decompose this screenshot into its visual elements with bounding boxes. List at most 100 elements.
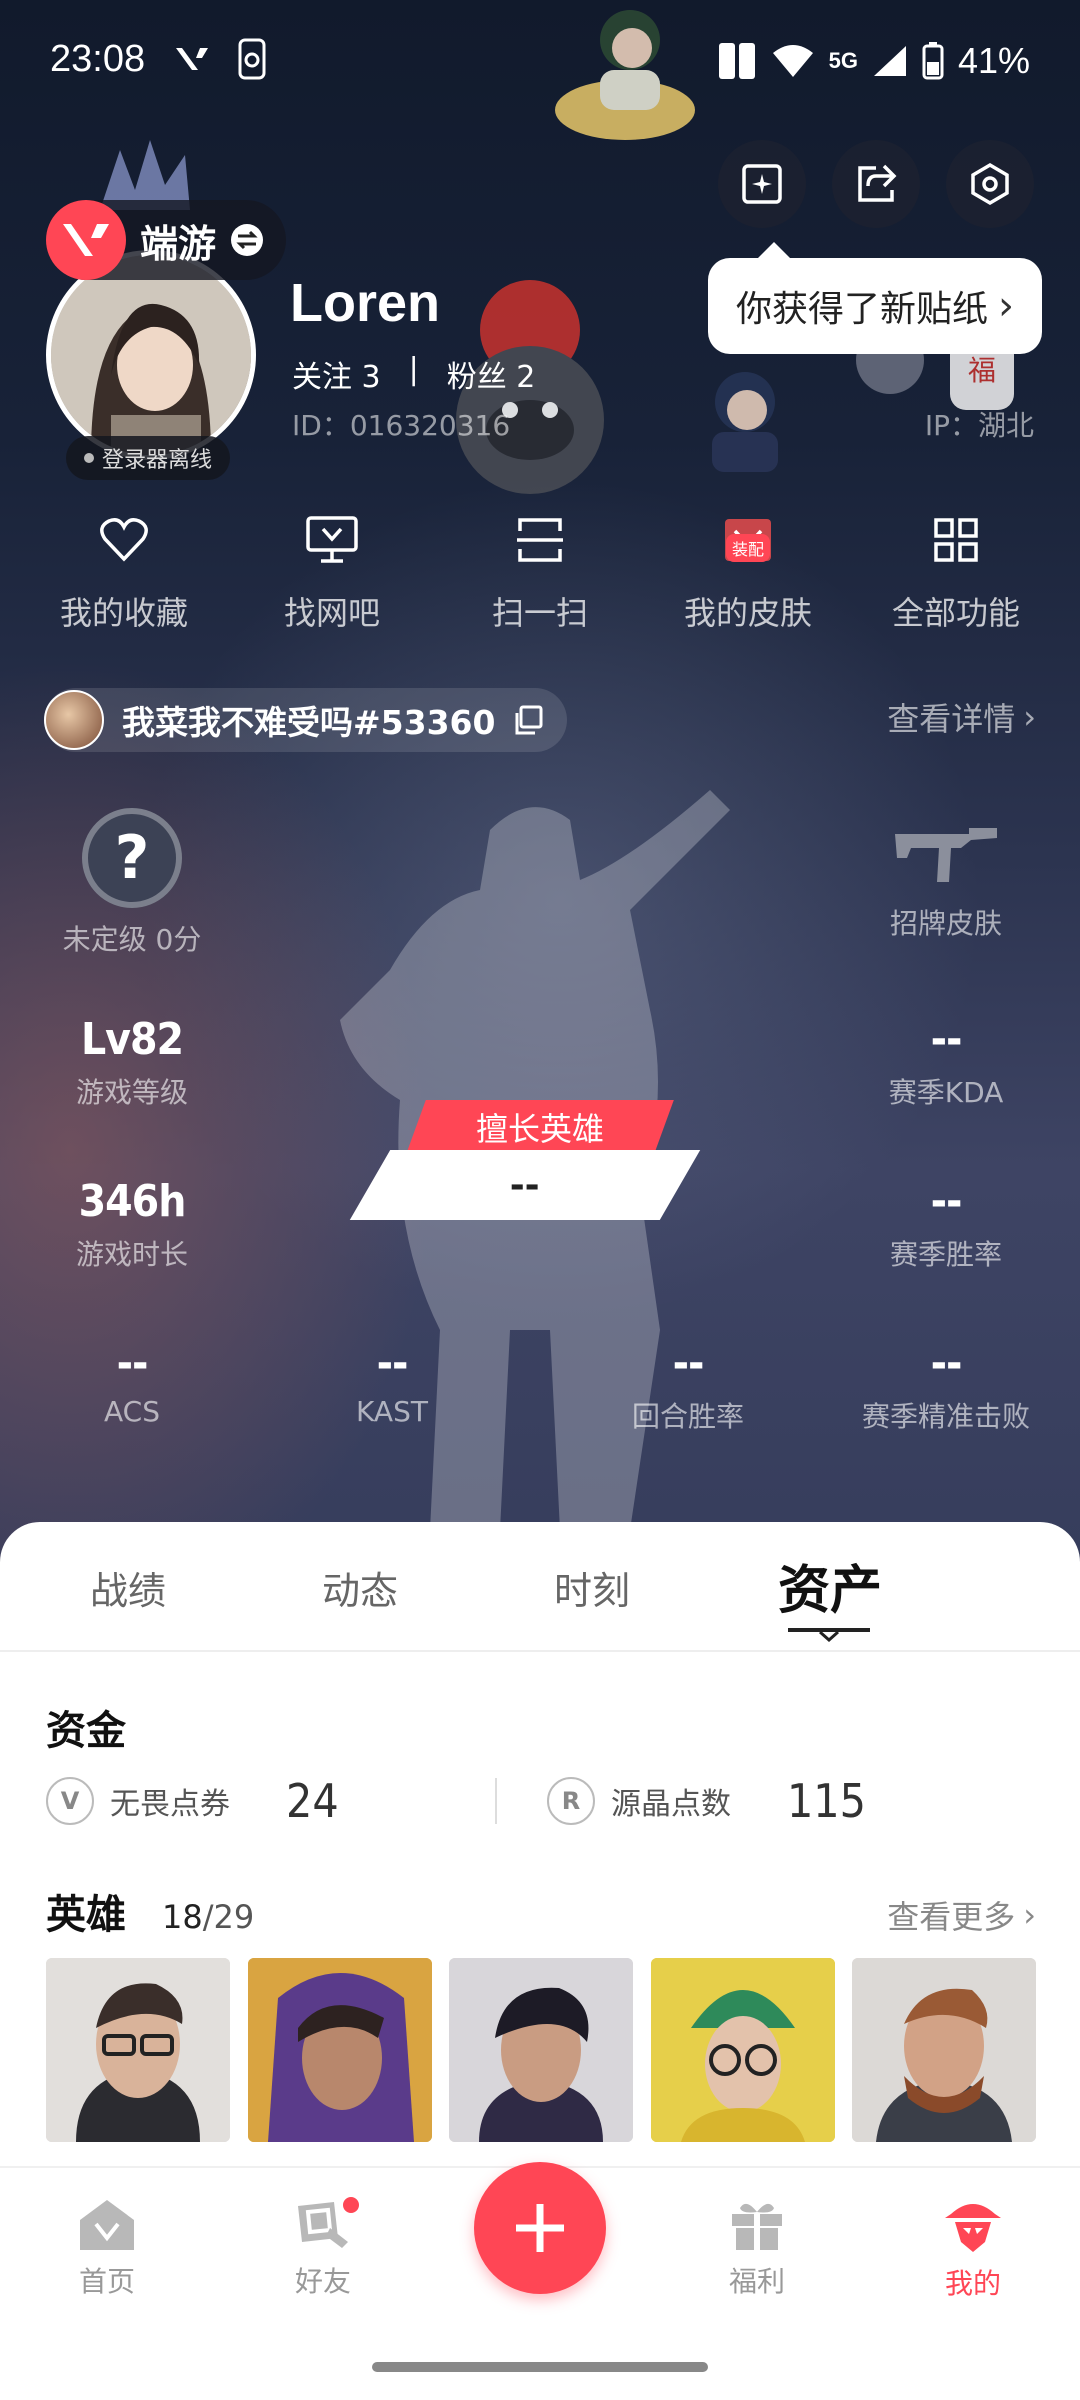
create-post-button[interactable] (474, 2162, 606, 2294)
heart-icon (94, 510, 154, 570)
agent-list (46, 1958, 1036, 2142)
quick-label: 我的收藏 (59, 594, 188, 632)
acs-label: ACS (104, 1395, 160, 1428)
sticker-button[interactable] (718, 140, 806, 228)
share-button[interactable] (832, 140, 920, 228)
signature-skin-label: 招牌皮肤 (889, 907, 1002, 940)
home-indicator[interactable] (372, 2362, 708, 2372)
sticker-ninja-icon (712, 372, 778, 472)
game-avatar (44, 690, 104, 750)
quick-label: 找网吧 (283, 594, 380, 632)
radianite-icon: R (546, 1777, 595, 1825)
agent-chamber-portrait (46, 1958, 230, 2142)
heroes-header: 英雄 18/29 查看更多 › (46, 1882, 1036, 1940)
settings-icon (971, 162, 1009, 206)
agent-card[interactable] (650, 1958, 835, 2142)
launcher-status: 登录器离线 (66, 436, 231, 480)
playtime-value: 346h (78, 1176, 187, 1227)
status-indicators: 5G 41% (717, 40, 1030, 82)
radianite-points[interactable]: R 源晶点数 115 (546, 1774, 1036, 1828)
vp-label: 无畏点券 (110, 1787, 230, 1822)
gift-icon (732, 2203, 782, 2252)
monitor-icon (302, 510, 362, 570)
tabs-divider (0, 1650, 1080, 1652)
agent-iso-portrait (449, 1958, 633, 2142)
home-icon (80, 2200, 134, 2250)
best-hero-banner[interactable]: 擅长英雄 -- (349, 1100, 710, 1220)
network-type: 5G (828, 48, 858, 73)
quick-find-cafe[interactable]: 找网吧 (232, 510, 432, 634)
quick-scan[interactable]: 扫一扫 (440, 510, 640, 634)
agent-killjoy-portrait (650, 1958, 835, 2142)
skin-icon: 装配 (718, 510, 778, 570)
follow-stats: 关注 3 | 粉丝 2 (292, 352, 535, 396)
avatar[interactable] (46, 250, 256, 460)
heroes-title: 英雄 (46, 1892, 126, 1938)
signal-icon (873, 46, 906, 76)
nav-home-label: 首页 (78, 2265, 135, 2298)
tab-moments[interactable]: 时刻 (554, 1560, 630, 1615)
rp-label: 源晶点数 (610, 1787, 731, 1822)
acs-value: -- (116, 1338, 149, 1389)
app-switch-badge[interactable]: 端游 (46, 200, 287, 280)
agent-sova-portrait (852, 1958, 1036, 2142)
user-name: Loren (290, 273, 441, 333)
swap-icon (231, 224, 264, 256)
rank-stat[interactable]: ? 未定级 0分 (12, 808, 252, 958)
phone-sync-icon (238, 38, 266, 80)
agent-card[interactable] (449, 1958, 633, 2142)
agent-card[interactable] (247, 1958, 432, 2142)
agent-card[interactable] (852, 1958, 1036, 2142)
funds-row: V 无畏点券 24 R 源晶点数 115 (46, 1766, 1036, 1836)
valorant-points[interactable]: V 无畏点券 24 (46, 1774, 535, 1828)
best-hero-tag: 擅长英雄 (406, 1100, 674, 1154)
tab-feed[interactable]: 动态 (322, 1560, 398, 1615)
quick-functions: 我的收藏 找网吧 扫一扫 装配 我的皮肤 全部功能 (0, 510, 1080, 634)
quick-label: 扫一扫 (491, 594, 588, 632)
battery-icon (922, 42, 944, 80)
quick-all-functions[interactable]: 全部功能 (856, 510, 1056, 634)
view-more-heroes[interactable]: 查看更多 › (887, 1892, 1036, 1938)
wifi-icon (772, 45, 813, 77)
status-dot (84, 453, 94, 463)
kast-label: KAST (356, 1395, 428, 1428)
agent-card[interactable] (46, 1958, 230, 2142)
nav-home[interactable]: 首页 (32, 2198, 182, 2300)
settings-button[interactable] (946, 140, 1034, 228)
kast-value: -- (376, 1338, 409, 1389)
scan-icon (510, 510, 570, 570)
nav-me-label: 我的 (944, 2267, 1001, 2300)
game-account-pill[interactable]: 我菜我不难受吗#53360 (44, 688, 568, 752)
nav-me[interactable]: 我的 (898, 2198, 1048, 2302)
acs-stat: -- ACS (12, 1338, 252, 1428)
game-account-name: 我菜我不难受吗#53360 (122, 703, 496, 742)
equip-tag: 装配 (726, 534, 771, 562)
unranked-icon: ? (82, 808, 182, 908)
signature-skin-stat[interactable]: 招牌皮肤 (826, 818, 1066, 942)
funds-divider (495, 1778, 497, 1824)
kda-value: -- (930, 1014, 963, 1065)
new-sticker-tooltip[interactable]: 你获得了新贴纸 › (707, 242, 1042, 354)
headshot-stat: -- 赛季精准击败 (826, 1338, 1066, 1435)
copy-icon[interactable] (513, 705, 543, 735)
rank-label: 未定级 0分 (62, 923, 202, 956)
chevron-right-icon: › (1023, 1896, 1036, 1934)
tab-record[interactable]: 战绩 (90, 1560, 166, 1615)
app-name: 端游 (140, 221, 217, 266)
tab-assets[interactable]: 资产 (778, 1548, 882, 1623)
nav-friends-label: 好友 (294, 2265, 351, 2298)
fans-count[interactable]: 粉丝 2 (447, 352, 536, 396)
level-stat: Lv82 游戏等级 (12, 1014, 252, 1111)
quick-my-skins[interactable]: 装配 我的皮肤 (648, 510, 848, 634)
nav-benefits[interactable]: 福利 (682, 2198, 832, 2300)
view-details-label: 查看详情 (887, 700, 1016, 738)
agent-omen-portrait (247, 1958, 432, 2142)
kda-stat: -- 赛季KDA (826, 1014, 1066, 1111)
kast-stat: -- KAST (272, 1338, 512, 1428)
nav-friends[interactable]: 好友 (248, 2194, 398, 2300)
view-details-link[interactable]: 查看详情 › (887, 694, 1036, 740)
quick-favorites[interactable]: 我的收藏 (24, 510, 224, 634)
chevron-right-icon: › (1023, 698, 1036, 736)
following-count[interactable]: 关注 3 (292, 352, 381, 396)
headshot-value: -- (930, 1338, 963, 1389)
